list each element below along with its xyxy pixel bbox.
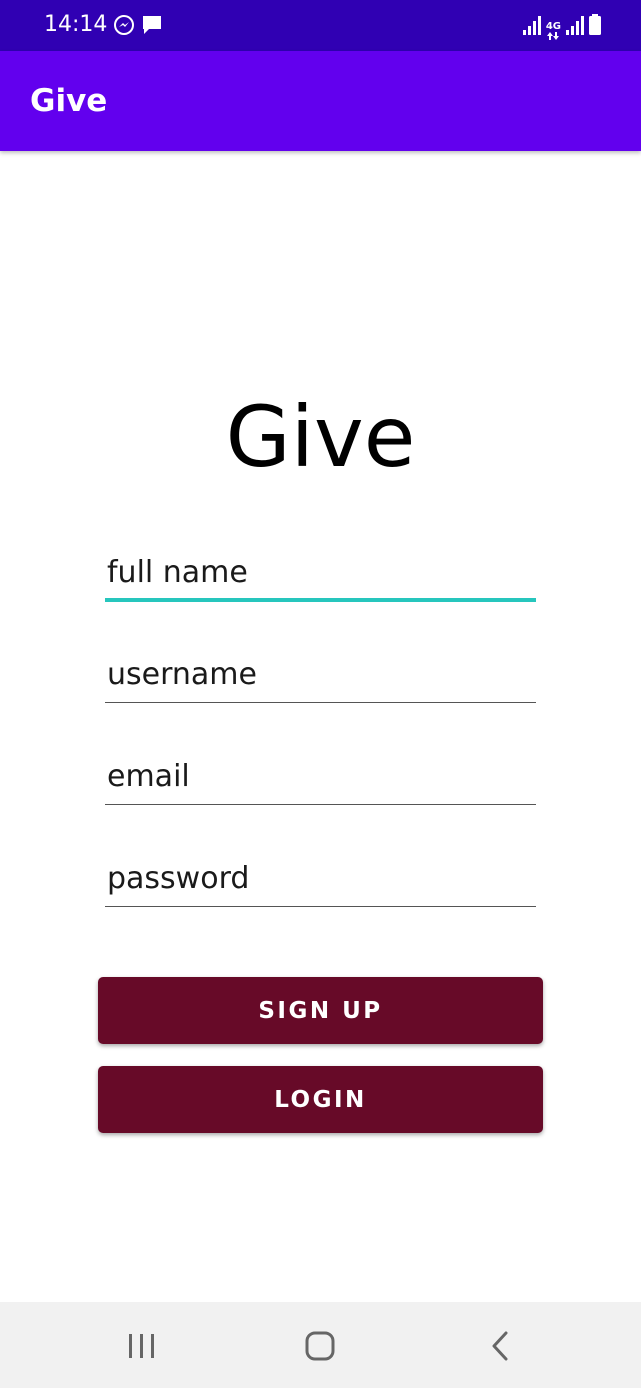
home-icon[interactable] — [300, 1326, 340, 1366]
password-input[interactable] — [105, 851, 536, 907]
app-bar: Give — [0, 51, 641, 151]
app-bar-title: Give — [30, 83, 108, 119]
back-icon[interactable] — [480, 1326, 520, 1366]
username-input[interactable] — [105, 647, 536, 703]
status-bar: 14:14 4G — [0, 0, 641, 51]
signal-icon — [566, 15, 584, 40]
network-type-label: 4G — [545, 21, 561, 32]
battery-icon — [589, 14, 601, 40]
password-field — [105, 851, 536, 907]
navigation-bar — [0, 1302, 641, 1388]
status-indicators: 4G — [522, 14, 601, 40]
full-name-field — [105, 546, 536, 602]
username-field — [105, 647, 536, 703]
signal-icon — [522, 15, 541, 40]
network-4g-icon: 4G — [546, 22, 561, 40]
sign-up-button[interactable]: SIGN UP — [98, 977, 543, 1044]
email-field — [105, 749, 536, 805]
login-button[interactable]: LOGIN — [98, 1066, 543, 1133]
messenger-icon — [113, 14, 135, 41]
hero-title: Give — [225, 388, 416, 486]
email-input[interactable] — [105, 749, 536, 805]
screen: 14:14 4G Give Give full name username em… — [0, 0, 641, 1388]
status-time: 14:14 — [44, 12, 108, 37]
recent-apps-icon[interactable] — [122, 1326, 162, 1366]
full-name-input[interactable] — [105, 546, 536, 602]
message-icon — [141, 14, 163, 41]
